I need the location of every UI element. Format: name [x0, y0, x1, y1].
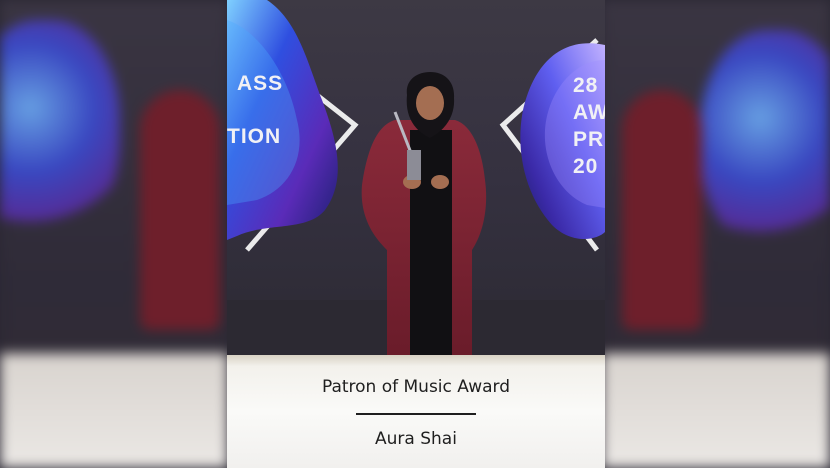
backdrop-text-right: 28 AW PR 20 — [573, 74, 605, 178]
caption-band: Patron of Music Award Aura Shai — [227, 355, 605, 468]
blurred-backdrop-right — [602, 0, 830, 468]
blurred-backdrop-left — [0, 0, 228, 468]
award-photo: ASS TION 28 AW PR 20 — [227, 0, 605, 355]
photo-illustration — [227, 0, 605, 355]
backdrop-text-left-2: TION — [227, 125, 282, 148]
award-title: Patron of Music Award — [321, 377, 511, 397]
caption-divider — [356, 413, 476, 415]
recipient-name: Aura Shai — [375, 429, 457, 449]
backdrop-text-left-1: ASS — [237, 72, 284, 95]
